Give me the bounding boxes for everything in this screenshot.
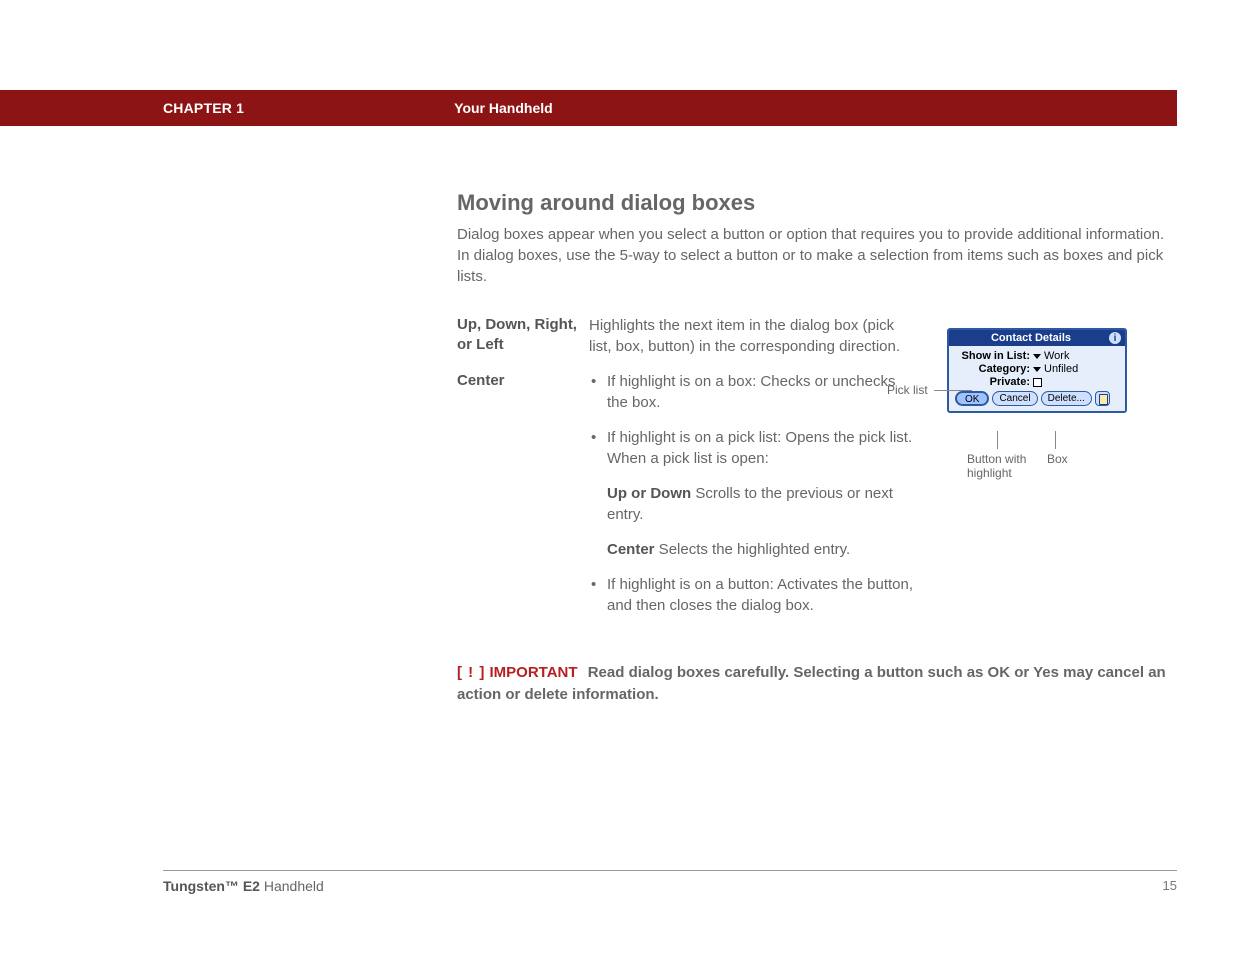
callout-text: highlight [967,466,1012,480]
palm-dialog-figure: Pick list Contact Details i Show in List… [947,328,1127,413]
product-rest: Handheld [260,878,324,894]
figure-column: Pick list Contact Details i Show in List… [917,315,1177,644]
cancel-button[interactable]: Cancel [992,391,1037,406]
delete-button[interactable]: Delete... [1041,391,1092,406]
row-val: If highlight is on a box: Checks or unch… [589,371,917,630]
row-key: Center [457,371,589,630]
inline-key: Center [607,541,655,558]
chapter-label: CHAPTER 1 [163,100,244,116]
inline-val: Selects the highlighted entry. [655,541,851,558]
sub-center: Center Selects the highlighted entry. [589,539,917,560]
lead-paragraph: Dialog boxes appear when you select a bu… [457,224,1177,287]
callout-box: Box [1047,452,1068,466]
palm-title-text: Contact Details [953,332,1109,344]
row-directional: Up, Down, Right, or Left Highlights the … [457,315,917,357]
palm-dialog: Contact Details i Show in List: Work Cat… [947,328,1127,413]
sub-updown: Up or Down Scrolls to the previous or ne… [589,483,917,525]
callout-picklist: Pick list [887,383,928,397]
palm-value[interactable]: Work [1044,350,1069,362]
palm-title-bar: Contact Details i [949,330,1125,346]
footer-rule [163,870,1177,871]
bullet-picklist: If highlight is on a pick list: Opens th… [589,427,917,469]
header-section: Your Handheld [454,100,553,116]
product-bold: Tungsten™ E2 [163,878,260,894]
callout-text: Button with [967,452,1026,466]
important-block: [ ! ] IMPORTANT Read dialog boxes carefu… [457,662,1177,706]
bullet-box: If highlight is on a box: Checks or unch… [589,371,917,413]
palm-label: Category: [955,363,1033,375]
palm-label: Show in List: [955,350,1033,362]
callout-line [934,390,972,391]
important-bracket: [ ! ] [457,664,485,681]
row-center: Center If highlight is on a box: Checks … [457,371,917,630]
header-cap [1177,90,1235,126]
inline-key: Up or Down [607,485,691,502]
content-area: Moving around dialog boxes Dialog boxes … [457,190,1177,706]
row-val: Highlights the next item in the dialog b… [589,315,917,357]
dropdown-icon[interactable] [1033,367,1041,372]
bullet-button: If highlight is on a button: Activates t… [589,574,917,616]
header-bar: CHAPTER 1 Your Handheld [0,90,1235,126]
palm-button-row: OK Cancel Delete... [955,391,1119,406]
palm-value[interactable]: Unfiled [1044,363,1078,375]
info-icon[interactable]: i [1109,332,1121,344]
palm-label: Private: [955,376,1033,388]
palm-body: Show in List: Work Category: Unfiled Pri… [949,346,1125,411]
ok-button[interactable]: OK [955,391,989,406]
text-column: Up, Down, Right, or Left Highlights the … [457,315,917,644]
dropdown-icon[interactable] [1033,354,1041,359]
palm-row-show: Show in List: Work [955,350,1119,362]
palm-row-private: Private: [955,376,1119,388]
palm-row-category: Category: Unfiled [955,363,1119,375]
note-icon[interactable] [1095,391,1110,406]
page-number: 15 [1163,878,1177,894]
checkbox[interactable] [1033,378,1042,387]
important-label: IMPORTANT [490,664,578,681]
product-name: Tungsten™ E2 Handheld [163,878,324,894]
row-key: Up, Down, Right, or Left [457,315,589,357]
callout-line [997,431,998,449]
callout-line [1055,431,1056,449]
footer: Tungsten™ E2 Handheld 15 [163,878,1177,894]
page-title: Moving around dialog boxes [457,190,1177,216]
callout-button-highlight: Button with highlight [967,452,1026,481]
